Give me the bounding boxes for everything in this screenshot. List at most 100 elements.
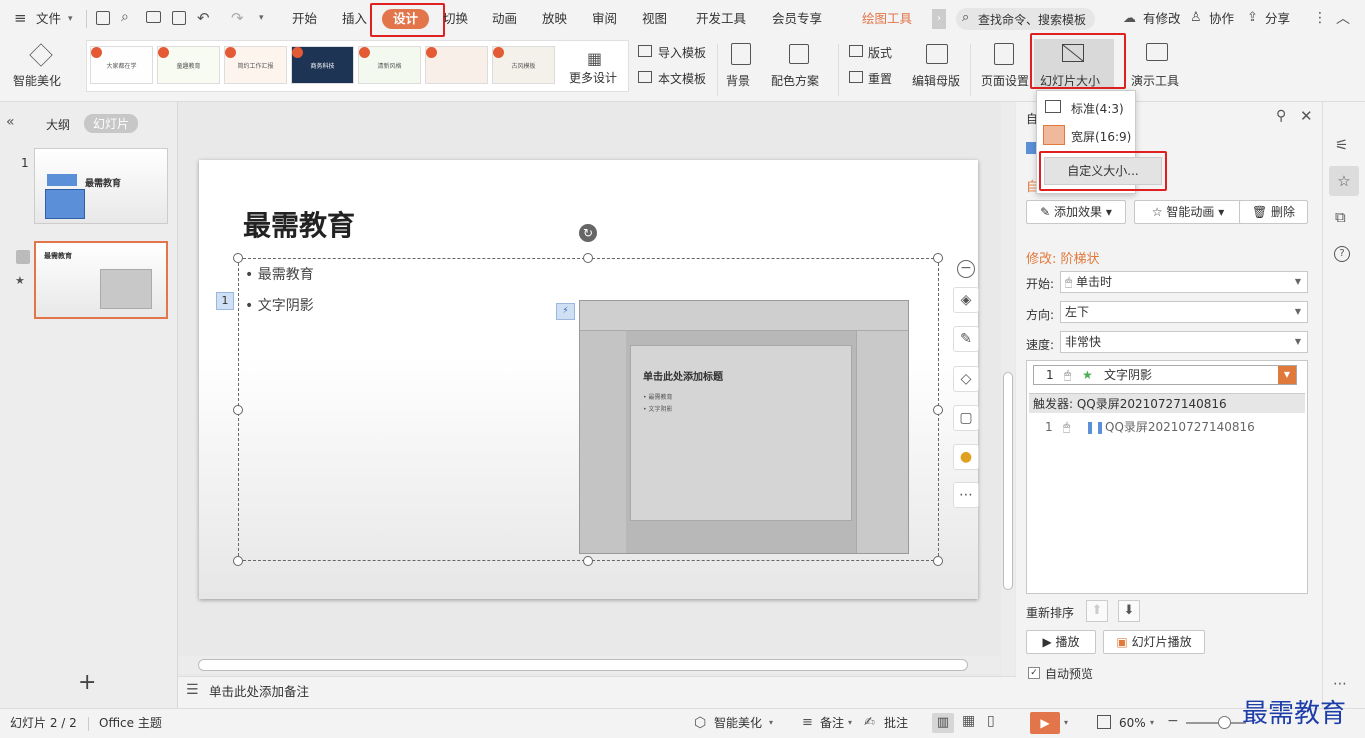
import-template-button[interactable]: 导入模板 <box>658 44 706 61</box>
more-icon[interactable]: ⋯ <box>953 482 979 508</box>
hamburger-icon[interactable]: ≡ <box>14 11 27 26</box>
smart-animation-button[interactable]: ☆ 智能动画 ▾ <box>1134 200 1242 224</box>
slideshow-button[interactable]: ▣ 幻灯片播放 <box>1103 630 1205 654</box>
zoom-out-button[interactable]: − <box>1167 713 1179 729</box>
widescreen-option[interactable]: 宽屏(16:9) <box>1041 123 1133 147</box>
direction-select[interactable]: 左下 ▼ <box>1060 301 1308 323</box>
more-tabs-button[interactable]: › <box>932 9 946 29</box>
horizontal-scrollbar[interactable] <box>178 656 1000 674</box>
chevron-down-icon[interactable]: ▼ <box>1278 366 1296 384</box>
resize-handle[interactable] <box>933 253 943 263</box>
file-menu[interactable]: 文件 <box>36 0 61 38</box>
theme-name[interactable]: Office 主题 <box>99 709 162 737</box>
start-select[interactable]: 🖱 单击时 ▼ <box>1060 271 1308 293</box>
template-thumb[interactable]: 古风模板 <box>492 46 555 84</box>
zoom-level[interactable]: 60% <box>1119 709 1146 737</box>
notes-toggle-button[interactable]: 备注 <box>820 709 844 737</box>
tab-outline[interactable]: 大纲 <box>46 116 70 133</box>
trigger-icon[interactable]: ⚡ <box>556 303 575 320</box>
tab-review[interactable]: 审阅 <box>592 0 617 38</box>
edit-master-button[interactable]: 编辑母版 <box>912 72 960 89</box>
slide[interactable]: 最需教育 ↻ • 最需教育 • 文字阴影 1 ⚡ 单击此处添加标题 • 最需教育… <box>199 160 978 599</box>
tab-animation[interactable]: 动画 <box>492 0 517 38</box>
chevron-down-icon[interactable]: ▾ <box>1150 718 1154 727</box>
preview-icon[interactable] <box>172 11 186 25</box>
play-button[interactable]: ▶ 播放 <box>1026 630 1096 654</box>
this-template-button[interactable]: 本文模板 <box>658 70 706 87</box>
slide-thumbnail-2[interactable]: 最需教育 <box>34 241 168 319</box>
modified-status[interactable]: 有修改 <box>1143 0 1181 38</box>
pin-icon[interactable]: ⚲ <box>1276 108 1286 124</box>
custom-size-option[interactable]: 自定义大小... <box>1044 157 1162 185</box>
redo-icon[interactable]: ↷ <box>231 9 244 27</box>
scroll-thumb[interactable] <box>198 659 968 671</box>
list-item[interactable]: 1 🖱 ★ 文字阴影 ▼ <box>1033 365 1297 385</box>
pen-icon[interactable]: ✎ <box>953 326 979 352</box>
template-thumb[interactable]: 商务科技 <box>291 46 354 84</box>
tab-drawing-tools[interactable]: 绘图工具 <box>862 0 912 38</box>
share-button[interactable]: 分享 <box>1265 0 1290 38</box>
standard-size-option[interactable]: 标准(4:3) <box>1041 95 1133 119</box>
animation-pane-icon[interactable]: ☆ <box>1329 166 1359 196</box>
slide-thumbnail-1[interactable]: 最需教育 <box>34 148 168 224</box>
play-slideshow-button[interactable]: ▶ <box>1030 712 1060 734</box>
tab-member[interactable]: 会员专享 <box>772 0 822 38</box>
notes-placeholder[interactable]: 单击此处添加备注 <box>209 681 309 700</box>
layers-icon[interactable]: ◈ <box>953 287 979 313</box>
resize-handle[interactable] <box>933 405 943 415</box>
delete-button[interactable]: 🗑 删除 <box>1239 200 1308 224</box>
collab-button[interactable]: 协作 <box>1209 0 1234 38</box>
chevron-down-icon[interactable]: ▾ <box>259 13 264 23</box>
color-scheme-button[interactable]: 配色方案 <box>771 72 819 89</box>
print-icon[interactable] <box>146 11 161 23</box>
smart-beautify-button[interactable]: 智能美化 <box>13 72 61 89</box>
chevron-down-icon[interactable]: ▾ <box>769 718 773 727</box>
collapse-ribbon-icon[interactable]: ︿ <box>1336 8 1350 28</box>
resize-handle[interactable] <box>233 556 243 566</box>
sliders-icon[interactable]: ⚟ <box>1335 136 1348 154</box>
help-icon[interactable]: ? <box>1334 246 1350 262</box>
rotate-handle-icon[interactable]: ↻ <box>579 224 597 242</box>
search-box[interactable]: ⌕ 查找命令、搜索模板 <box>956 8 1095 30</box>
outline-icon[interactable]: ▢ <box>953 405 979 431</box>
add-effect-button[interactable]: ✎ 添加效果 ▾ <box>1026 200 1126 224</box>
bullet-item[interactable]: • 文字阴影 <box>245 295 314 315</box>
template-thumb[interactable]: 童趣教育 <box>157 46 220 84</box>
autopreview-checkbox[interactable]: ✓ <box>1028 667 1040 679</box>
template-thumb[interactable]: 简约工作汇报 <box>224 46 287 84</box>
page-setup-button[interactable]: 页面设置 <box>981 72 1029 89</box>
tab-slideshow[interactable]: 放映 <box>542 0 567 38</box>
resize-handle[interactable] <box>933 556 943 566</box>
resize-handle[interactable] <box>583 253 593 263</box>
more-icon[interactable]: ⋯ <box>1333 676 1347 692</box>
tab-insert[interactable]: 插入 <box>342 0 367 38</box>
present-tools-button[interactable]: 演示工具 <box>1131 72 1179 89</box>
resize-handle[interactable] <box>583 556 593 566</box>
chevron-down-icon[interactable]: ▾ <box>1064 718 1068 727</box>
bullet-item[interactable]: • 最需教育 <box>245 264 314 284</box>
close-icon[interactable]: ✕ <box>1300 107 1313 125</box>
move-up-button[interactable]: ⬆ <box>1086 600 1108 622</box>
speed-select[interactable]: 非常快 ▼ <box>1060 331 1308 353</box>
tab-slides[interactable]: 幻灯片 <box>84 114 139 133</box>
video-object[interactable]: 单击此处添加标题 • 最需教育 • 文字阴影 <box>579 300 909 554</box>
save-icon[interactable] <box>96 11 110 25</box>
notes-area[interactable]: ☰ 单击此处添加备注 <box>178 676 1016 708</box>
template-thumb[interactable] <box>425 46 488 84</box>
copy-icon[interactable]: ⧉ <box>1335 208 1346 226</box>
comments-button[interactable]: 批注 <box>884 709 908 737</box>
scroll-thumb[interactable] <box>1003 372 1013 590</box>
background-button[interactable]: 背景 <box>726 72 750 89</box>
template-thumb[interactable]: 大家都在学 <box>90 46 153 84</box>
animation-list[interactable]: 1 🖱 ★ 文字阴影 ▼ 触发器: QQ录屏20210727140816 1 🖱… <box>1026 360 1308 594</box>
more-icon[interactable]: ⋮ <box>1313 10 1327 26</box>
minus-icon[interactable]: − <box>957 260 975 278</box>
layout-button[interactable]: 版式 <box>868 44 892 61</box>
zoom-slider[interactable] <box>1186 716 1246 729</box>
reading-view-icon[interactable]: ▯ <box>987 713 995 729</box>
resize-handle[interactable] <box>233 253 243 263</box>
tab-transition[interactable]: 切换 <box>443 0 468 38</box>
add-slide-button[interactable]: + <box>78 670 96 695</box>
tab-design[interactable]: 设计 <box>382 9 430 29</box>
format-painter-icon[interactable]: ⌕ <box>121 9 129 25</box>
